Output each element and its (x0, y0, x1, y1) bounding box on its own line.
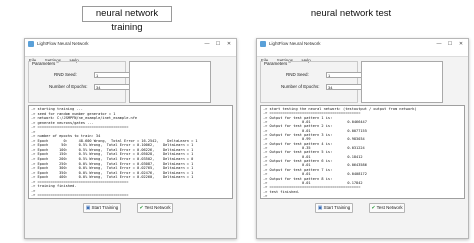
parameters-group: Parameters RND Seed: 1 Number of Epochs:… (260, 61, 362, 103)
epochs-label: Number of Epochs: (49, 84, 88, 89)
start-training-label: Start Training (91, 205, 119, 210)
log-line: -> (31, 198, 230, 199)
rnd-seed-input[interactable]: 1 (94, 72, 130, 78)
start-training-button[interactable]: ▣Start Training (83, 203, 121, 213)
test-log[interactable]: -> start testing the neural network: (te… (260, 105, 465, 199)
caption-test: neural network test (308, 6, 394, 22)
menu-bar: File Settings Help (25, 49, 236, 63)
rnd-seed-input[interactable]: 1 (326, 72, 362, 78)
side-panel (129, 61, 211, 103)
window-title: LightFlow Neural Network (37, 41, 89, 46)
start-training-button[interactable]: ▣Start Training (315, 203, 353, 213)
training-window: LightFlow Neural Network — ☐ ✕ File Sett… (24, 38, 237, 239)
parameters-label: Parameters (31, 61, 57, 66)
test-network-button[interactable]: ✔Test Network (137, 203, 173, 213)
test-network-label: Test Network (144, 205, 171, 210)
maximize-icon[interactable]: ☐ (213, 40, 223, 48)
parameters-label: Parameters (263, 61, 289, 66)
menu-bar: File Settings Help (257, 49, 468, 63)
train-icon: ▣ (85, 205, 91, 211)
epochs-input[interactable]: 34 (94, 84, 130, 90)
caption-training: neural network training (82, 6, 172, 33)
window-title: LightFlow Neural Network (269, 41, 321, 46)
checkmark-icon: ✔ (371, 205, 376, 211)
log-line: -> (263, 193, 270, 198)
rnd-seed-label: RND Seed: (286, 72, 309, 77)
minimize-icon[interactable]: — (434, 40, 444, 48)
epochs-input[interactable]: 34 (326, 84, 362, 90)
training-log[interactable]: -> starting training ... -> seed for rand… (28, 105, 233, 199)
close-icon[interactable]: ✕ (456, 40, 466, 48)
title-bar[interactable]: LightFlow Neural Network — ☐ ✕ (257, 39, 468, 49)
app-icon (260, 41, 266, 47)
start-training-label: Start Training (323, 205, 351, 210)
checkmark-icon: ✔ (139, 205, 144, 211)
maximize-icon[interactable]: ☐ (445, 40, 455, 48)
side-panel (361, 61, 443, 103)
test-window: LightFlow Neural Network — ☐ ✕ File Sett… (256, 38, 469, 239)
test-network-label: Test Network (376, 205, 403, 210)
train-icon: ▣ (317, 205, 323, 211)
epochs-label: Number of Epochs: (281, 84, 320, 89)
app-icon (28, 41, 34, 47)
minimize-icon[interactable]: — (202, 40, 212, 48)
test-network-button[interactable]: ✔Test Network (369, 203, 405, 213)
title-bar[interactable]: LightFlow Neural Network — ☐ ✕ (25, 39, 236, 49)
close-icon[interactable]: ✕ (224, 40, 234, 48)
parameters-group: Parameters RND Seed: 1 Number of Epochs:… (28, 61, 130, 103)
rnd-seed-label: RND Seed: (54, 72, 77, 77)
